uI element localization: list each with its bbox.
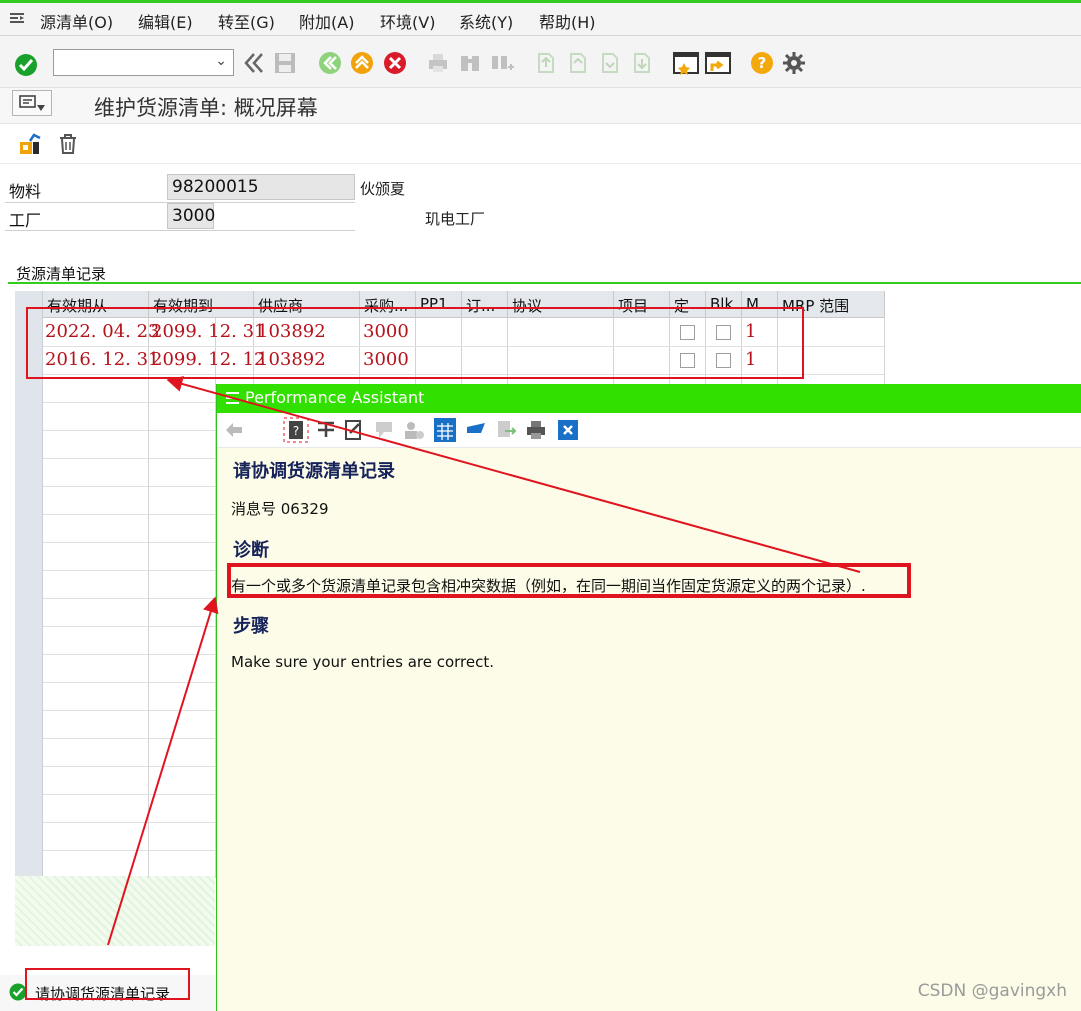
title-menu-button[interactable] <box>12 90 52 116</box>
grid-line <box>43 486 215 487</box>
print-icon[interactable] <box>426 51 450 75</box>
menu-bar: 源清单(O) 编辑(E) 转至(G) 附加(A) 环境(V) 系统(Y) 帮助(… <box>0 3 1081 36</box>
procedure-text: Make sure your entries are correct. <box>231 653 495 671</box>
assistant-title-bar[interactable]: Performance Assistant <box>217 384 1081 413</box>
window-menu-icon <box>19 95 45 111</box>
grid-line <box>43 458 215 459</box>
menu-environment[interactable]: 环境(V) <box>380 9 435 33</box>
material-label: 物料 <box>9 182 42 201</box>
annotation-box-rows <box>26 307 804 379</box>
diagnosis-heading: 诊断 <box>233 540 269 561</box>
find-icon[interactable] <box>458 51 482 75</box>
cancel-icon[interactable] <box>383 51 407 75</box>
grid-line <box>884 318 885 384</box>
grid-line <box>43 598 215 599</box>
forward-document-icon[interactable] <box>495 419 517 441</box>
menu-goto[interactable]: 转至(G) <box>218 9 275 33</box>
command-field[interactable]: ⌄ <box>53 49 234 76</box>
close-icon[interactable] <box>557 419 579 441</box>
application-toolbar <box>0 124 1081 164</box>
help-icon[interactable]: ? <box>750 51 774 75</box>
section-underline <box>8 282 1081 284</box>
window-menu-icon[interactable] <box>225 391 241 405</box>
next-page-icon[interactable] <box>598 51 622 75</box>
create-session-icon[interactable] <box>673 51 699 75</box>
exit-icon[interactable] <box>350 51 374 75</box>
plant-description: 玑电工厂 <box>425 210 486 228</box>
glossary-icon[interactable] <box>373 419 395 441</box>
back-double-arrow-icon[interactable] <box>242 51 266 75</box>
separator <box>5 230 355 231</box>
grid-line <box>43 850 215 851</box>
delete-trash-icon[interactable] <box>56 132 80 156</box>
settings-gear-icon[interactable] <box>782 51 806 75</box>
system-menu-icon[interactable] <box>8 11 26 25</box>
menu-help[interactable]: 帮助(H) <box>539 9 596 33</box>
back-icon[interactable] <box>318 51 342 75</box>
chevron-down-icon[interactable]: ⌄ <box>215 53 227 69</box>
enter-check-icon[interactable] <box>14 53 38 77</box>
last-page-icon[interactable] <box>630 51 654 75</box>
svg-text:?: ? <box>758 54 767 72</box>
title-bar: 维护货源清单: 概况屏幕 <box>0 88 1081 124</box>
find-next-icon[interactable] <box>490 51 514 75</box>
assistant-toolbar: ? <box>217 413 1081 448</box>
shortcut-icon[interactable] <box>705 51 731 75</box>
grid-line <box>43 514 215 515</box>
back-arrow-icon[interactable] <box>223 419 245 441</box>
menu-edit[interactable]: 编辑(E) <box>138 9 193 33</box>
grid-line <box>43 542 215 543</box>
hierarchy-icon[interactable] <box>315 419 337 441</box>
calendar-icon[interactable] <box>433 417 457 443</box>
grid-line <box>43 682 215 683</box>
print-icon[interactable] <box>525 419 547 441</box>
grid-line <box>43 822 215 823</box>
page-title: 维护货源清单: 概况屏幕 <box>94 96 318 120</box>
grid-line <box>43 654 215 655</box>
system-toolbar: ⌄ ? <box>0 36 1081 88</box>
message-number: 消息号 06329 <box>231 500 329 518</box>
plant-label: 工厂 <box>9 211 42 230</box>
grid-line <box>43 794 215 795</box>
menu-source-list[interactable]: 源清单(O) <box>40 9 113 33</box>
plant-field[interactable]: 3000 <box>167 203 215 229</box>
annotation-box-diagnosis <box>227 563 911 598</box>
save-icon[interactable] <box>273 51 297 75</box>
help-heading: 请协调货源清单记录 <box>233 461 395 482</box>
bookmark-icon[interactable] <box>465 419 487 441</box>
previous-page-icon[interactable] <box>566 51 590 75</box>
assistant-title: Performance Assistant <box>245 388 425 407</box>
table-empty-area <box>15 876 215 946</box>
grid-line <box>43 766 215 767</box>
watermark: CSDN @gavingxh <box>917 981 1067 1001</box>
grid-line <box>43 710 215 711</box>
menu-system[interactable]: 系统(Y) <box>459 9 513 33</box>
transport-icon[interactable] <box>18 132 42 156</box>
grid-line <box>43 626 215 627</box>
grid-line <box>43 402 215 403</box>
menu-extras[interactable]: 附加(A) <box>299 9 354 33</box>
grid-line <box>43 570 215 571</box>
grid-line <box>43 738 215 739</box>
svg-text:?: ? <box>293 424 299 438</box>
grid-line <box>43 430 215 431</box>
section-title: 货源清单记录 <box>16 265 107 283</box>
material-description: 伙颁夏 <box>360 180 406 198</box>
annotation-box-status <box>25 968 190 1000</box>
procedure-heading: 步骤 <box>233 616 269 637</box>
user-settings-icon[interactable] <box>403 419 425 441</box>
performance-assistant-window: Performance Assistant ? 请协调货源清单记录 消息号 06… <box>216 384 1081 1011</box>
technical-info-icon[interactable]: ? <box>283 417 309 443</box>
material-field[interactable]: 98200015 <box>167 174 355 200</box>
first-page-icon[interactable] <box>534 51 558 75</box>
edit-document-icon[interactable] <box>343 419 365 441</box>
